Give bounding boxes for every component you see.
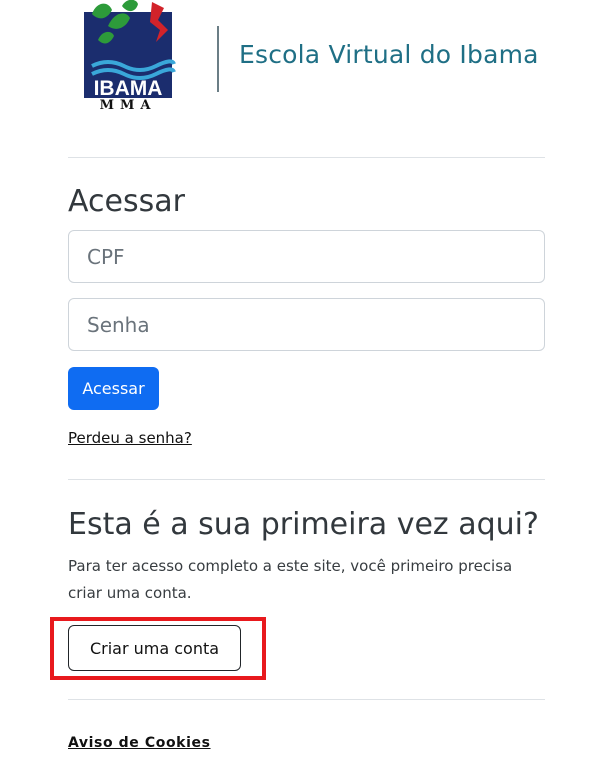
cpf-input[interactable] xyxy=(68,230,545,283)
logo-divider xyxy=(217,26,219,92)
signup-description: Para ter acesso completo a este site, vo… xyxy=(68,557,513,602)
divider xyxy=(68,157,545,158)
cookie-notice-link[interactable]: Aviso de Cookies xyxy=(68,735,211,751)
login-button[interactable]: Acessar xyxy=(68,367,159,410)
forgot-password-link[interactable]: Perdeu a senha? xyxy=(68,429,192,447)
create-account-button[interactable]: Criar uma conta xyxy=(68,625,241,671)
ibama-logo-icon: IBAMA xyxy=(84,0,176,100)
logo-subtext: MMA xyxy=(99,98,157,113)
logo-text: IBAMA xyxy=(94,77,163,100)
login-title: Acessar xyxy=(68,184,185,219)
signup-title: Esta é a sua primeira vez aqui? xyxy=(68,507,539,542)
password-input[interactable] xyxy=(68,298,545,351)
divider xyxy=(68,479,545,480)
divider xyxy=(68,699,545,700)
ibama-logo: IBAMA MMA xyxy=(78,0,198,118)
site-name: Escola Virtual do Ibama xyxy=(239,40,539,69)
